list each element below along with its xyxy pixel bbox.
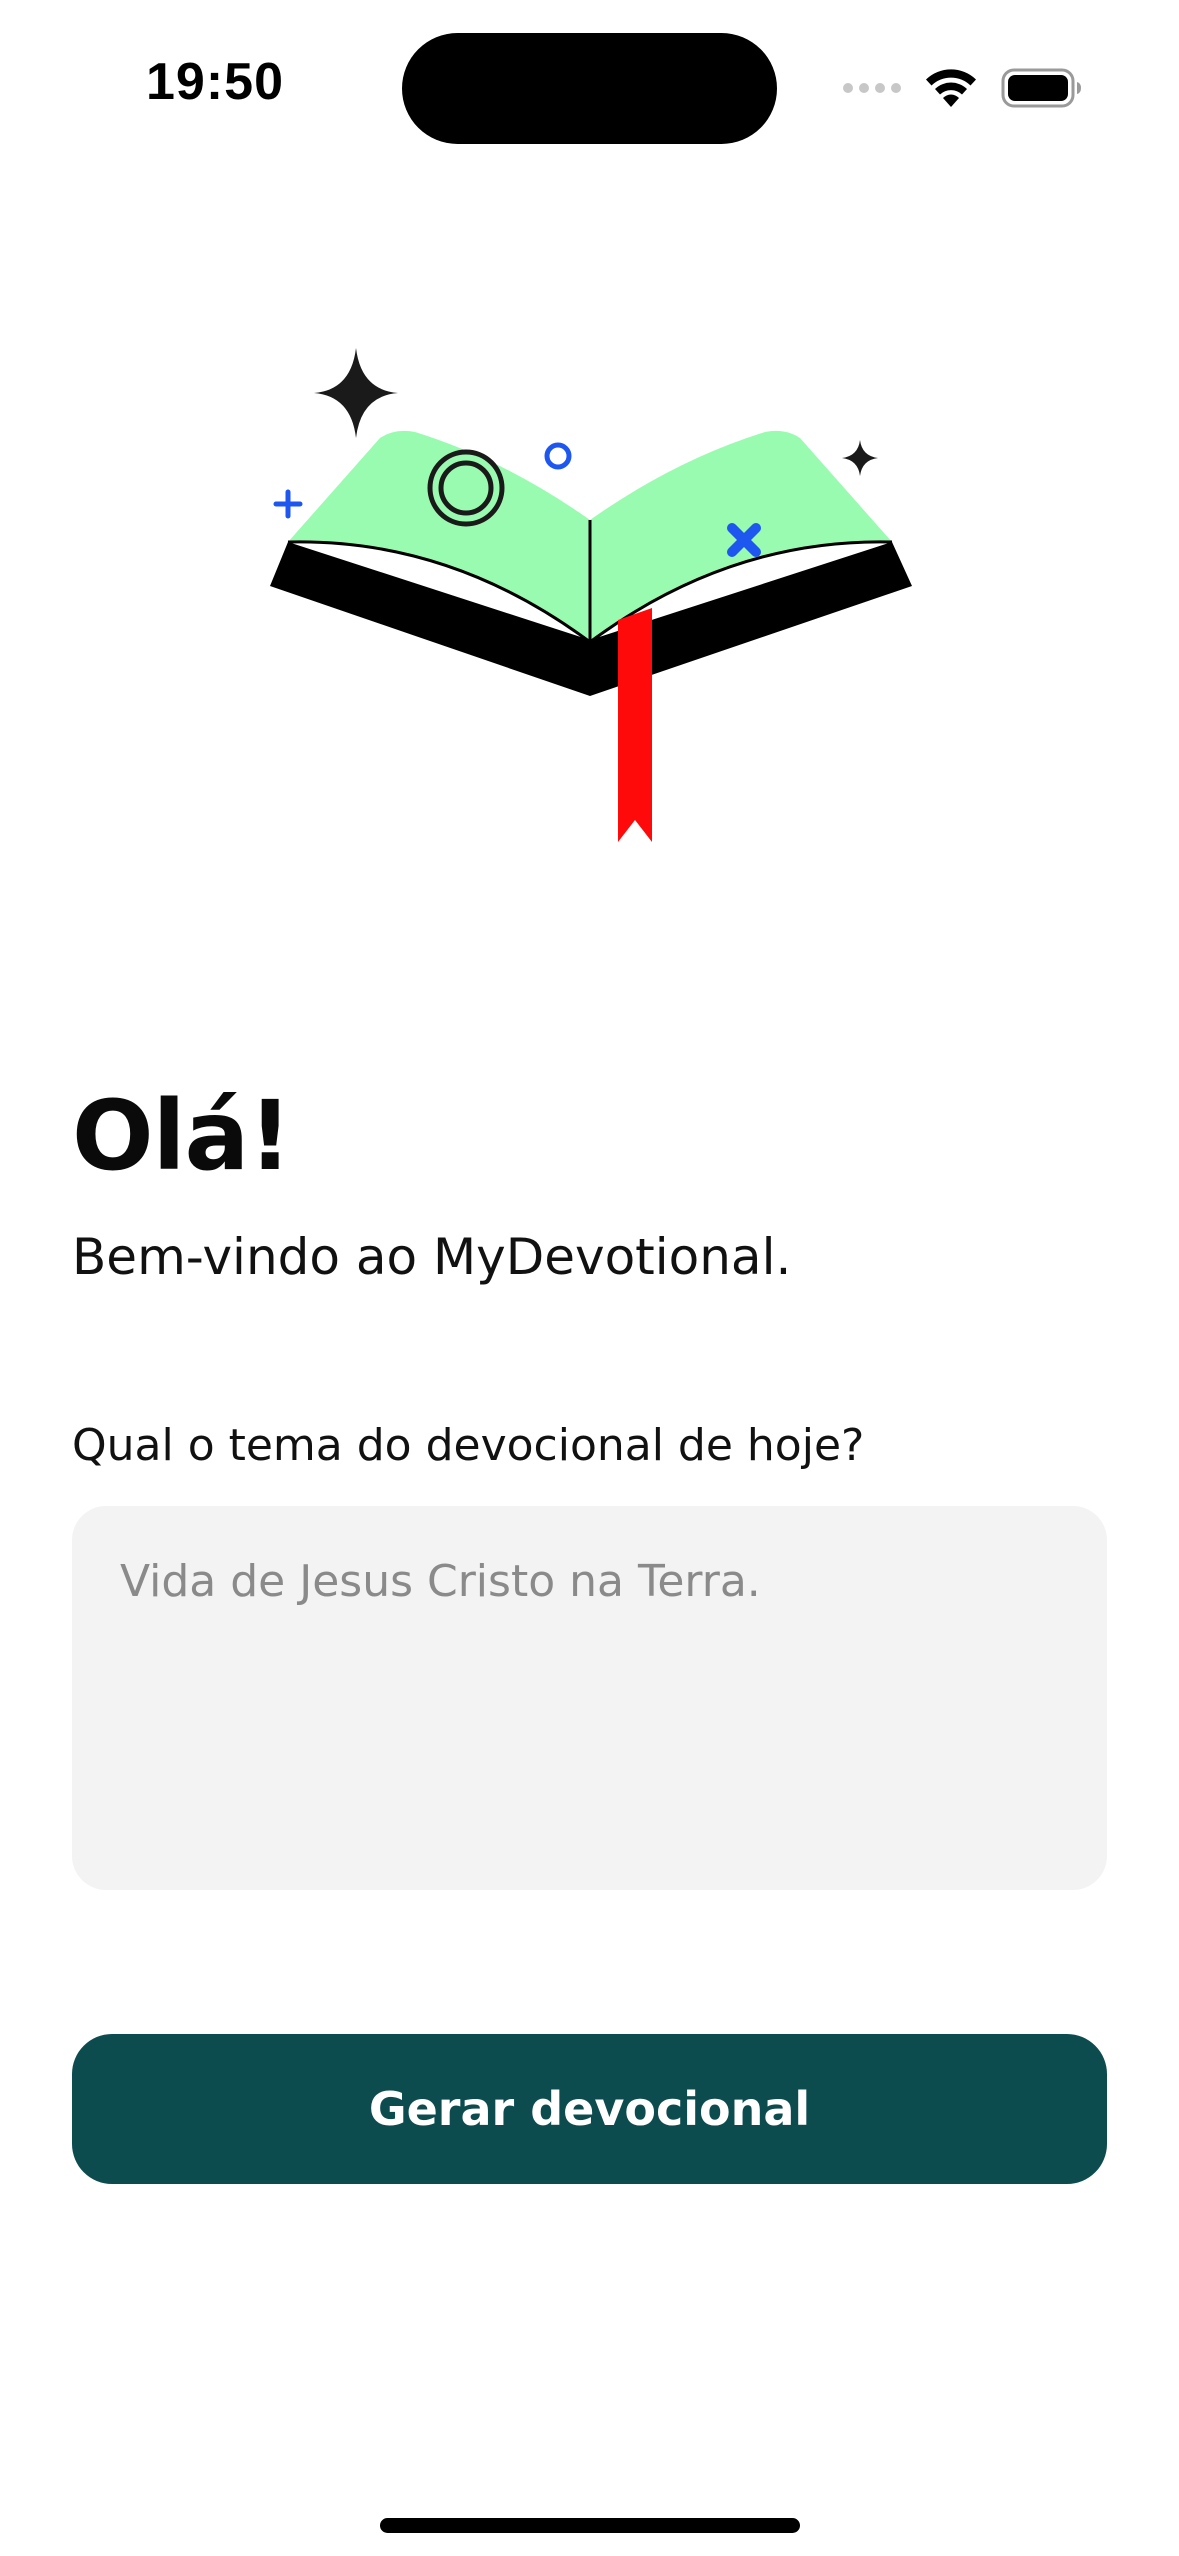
theme-input[interactable] — [120, 1556, 1059, 1840]
welcome-text: Bem-vindo ao MyDevotional. — [72, 1228, 792, 1286]
bookmark-ribbon — [618, 608, 652, 842]
greeting-title: Olá! — [72, 1080, 292, 1192]
app-screen: 19:50 Olá! Bem-vindo ao MyDevotional. Qu… — [0, 0, 1179, 2556]
status-icons — [843, 58, 1083, 118]
sparkle-small-icon — [842, 440, 878, 476]
dynamic-island — [402, 33, 777, 144]
signal-dots-icon — [843, 83, 901, 93]
generate-devotional-button[interactable]: Gerar devocional — [72, 2034, 1107, 2184]
theme-input-container[interactable] — [72, 1506, 1107, 1890]
blue-plus-icon — [273, 489, 303, 519]
home-indicator[interactable] — [380, 2518, 800, 2533]
battery-icon — [1001, 68, 1081, 108]
open-book-icon — [270, 348, 912, 842]
theme-question-label: Qual o tema do devocional de hoje? — [72, 1420, 865, 1471]
blue-circle-icon — [544, 442, 572, 470]
sparkle-icon — [314, 348, 398, 438]
generate-devotional-label: Gerar devocional — [368, 2082, 811, 2136]
status-time: 19:50 — [146, 53, 284, 111]
wifi-icon — [926, 69, 976, 107]
